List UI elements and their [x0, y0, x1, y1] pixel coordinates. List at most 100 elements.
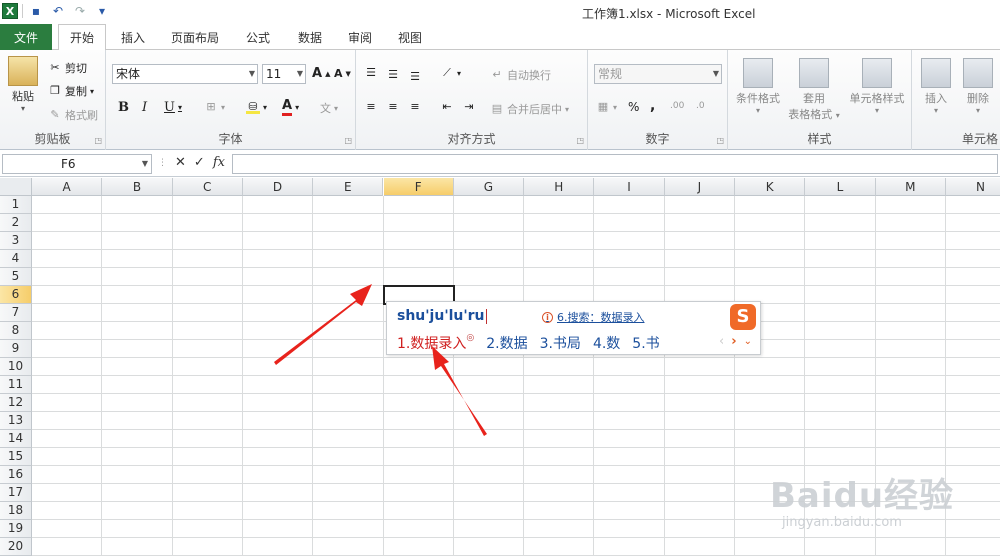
borders-dropdown-icon[interactable]: ▾: [221, 103, 225, 112]
enter-entry-button[interactable]: ✓: [194, 155, 205, 170]
column-header-d[interactable]: D: [242, 178, 314, 196]
tab-view[interactable]: 视图: [388, 24, 432, 50]
column-header-l[interactable]: L: [805, 178, 876, 196]
align-center-button[interactable]: ≡: [386, 100, 400, 114]
row-header-2[interactable]: 2: [0, 214, 32, 232]
tab-page-layout[interactable]: 页面布局: [164, 24, 226, 50]
row-header-19[interactable]: 19: [0, 520, 32, 538]
row-header-9[interactable]: 9: [0, 340, 32, 358]
ime-expand-icon[interactable]: ⌄: [744, 334, 752, 350]
decrease-decimal-button[interactable]: .0: [696, 101, 705, 111]
row-header-12[interactable]: 12: [0, 394, 32, 412]
merge-center-dropdown-icon[interactable]: ▾: [565, 105, 569, 114]
row-header-4[interactable]: 4: [0, 250, 32, 268]
row-header-1[interactable]: 1: [0, 196, 32, 214]
undo-icon[interactable]: ↶: [49, 4, 67, 18]
orientation-dropdown-icon[interactable]: ▾: [457, 69, 461, 78]
shrink-font-button[interactable]: A ▼: [334, 67, 351, 80]
percent-button[interactable]: %: [628, 100, 639, 114]
conditional-formatting-button[interactable]: 条件格式 ▾: [730, 58, 786, 115]
column-header-k[interactable]: K: [735, 178, 806, 196]
bold-button[interactable]: B: [118, 100, 129, 115]
align-bottom-button[interactable]: ☰: [408, 70, 422, 84]
row-header-11[interactable]: 11: [0, 376, 32, 394]
row-header-15[interactable]: 15: [0, 448, 32, 466]
number-launcher-icon[interactable]: ◳: [716, 136, 724, 145]
row-header-8[interactable]: 8: [0, 322, 32, 340]
paste-button[interactable]: 粘贴 ▾: [6, 56, 40, 113]
tab-file[interactable]: 文件: [0, 24, 52, 50]
currency-dropdown-icon[interactable]: ▾: [613, 103, 617, 112]
insert-function-button[interactable]: fx: [213, 155, 225, 170]
row-header-16[interactable]: 16: [0, 466, 32, 484]
column-header-i[interactable]: I: [594, 178, 665, 196]
tab-data[interactable]: 数据: [288, 24, 332, 50]
borders-button[interactable]: ⊞ ▾: [204, 100, 225, 114]
ime-search-link[interactable]: i 6.搜索：数据录入: [542, 309, 645, 325]
tab-home[interactable]: 开始: [58, 24, 106, 51]
align-top-button[interactable]: ☰: [364, 66, 378, 80]
column-header-e[interactable]: E: [313, 178, 384, 196]
font-color-dropdown-icon[interactable]: ▾: [295, 103, 299, 112]
excel-logo-icon[interactable]: X: [2, 3, 18, 19]
ime-candidate-2[interactable]: 2.数据: [486, 333, 527, 353]
tab-formulas[interactable]: 公式: [236, 24, 280, 50]
cell-styles-dropdown-icon[interactable]: ▾: [844, 106, 910, 115]
row-header-10[interactable]: 10: [0, 358, 32, 376]
align-left-button[interactable]: ≡: [364, 100, 378, 114]
fill-color-button[interactable]: ⛁ ▾: [246, 100, 267, 114]
row-header-17[interactable]: 17: [0, 484, 32, 502]
number-format-select[interactable]: 常规 ▼: [594, 64, 722, 84]
sogou-logo-icon[interactable]: S: [730, 304, 756, 330]
ime-candidate-3[interactable]: 3.书局: [540, 333, 581, 353]
phonetic-button[interactable]: 文 ▾: [320, 100, 338, 116]
column-header-f[interactable]: F: [383, 178, 454, 196]
font-launcher-icon[interactable]: ◳: [344, 136, 352, 145]
phonetic-dropdown-icon[interactable]: ▾: [334, 104, 338, 113]
alignment-launcher-icon[interactable]: ◳: [576, 136, 584, 145]
cell-styles-button[interactable]: 单元格样式 ▾: [844, 58, 910, 115]
customize-qat-icon[interactable]: ▾: [93, 4, 111, 18]
cut-button[interactable]: ✂ 剪切: [48, 60, 87, 76]
column-header-m[interactable]: M: [875, 178, 946, 196]
merge-center-button[interactable]: ▤ 合并后居中 ▾: [490, 101, 569, 117]
paste-dropdown-icon[interactable]: ▾: [6, 104, 40, 113]
wrap-text-button[interactable]: ↵ 自动换行: [490, 67, 551, 83]
row-header-20[interactable]: 20: [0, 538, 32, 556]
tab-review[interactable]: 审阅: [338, 24, 382, 50]
clipboard-launcher-icon[interactable]: ◳: [94, 136, 102, 145]
format-painter-button[interactable]: ✎ 格式刷: [48, 107, 98, 123]
row-header-13[interactable]: 13: [0, 412, 32, 430]
row-header-6[interactable]: 6: [0, 286, 32, 304]
grow-font-button[interactable]: A ▲: [312, 66, 330, 81]
row-header-3[interactable]: 3: [0, 232, 32, 250]
underline-dropdown-icon[interactable]: ▾: [178, 103, 182, 112]
font-color-button[interactable]: A ▾: [282, 99, 299, 116]
ime-candidate-5[interactable]: 5.书: [632, 333, 659, 353]
select-all-corner[interactable]: [0, 178, 32, 196]
name-box[interactable]: F6 ▼: [2, 154, 152, 174]
increase-indent-button[interactable]: ⇥: [462, 100, 476, 114]
underline-button[interactable]: U ▾: [164, 100, 182, 115]
insert-cells-dropdown-icon[interactable]: ▾: [918, 106, 954, 115]
currency-button[interactable]: ▦ ▾: [596, 100, 617, 114]
decrease-indent-button[interactable]: ⇤: [440, 100, 454, 114]
comma-button[interactable]: ,: [650, 98, 655, 114]
cancel-entry-button[interactable]: ✕: [175, 155, 186, 170]
column-header-b[interactable]: B: [102, 178, 173, 196]
row-header-7[interactable]: 7: [0, 304, 32, 322]
column-header-a[interactable]: A: [32, 178, 103, 196]
column-header-c[interactable]: C: [172, 178, 243, 196]
column-header-h[interactable]: H: [524, 178, 595, 196]
font-size-select[interactable]: 11 ▼: [262, 64, 306, 84]
insert-cells-button[interactable]: 插入 ▾: [918, 58, 954, 115]
copy-button[interactable]: ❐ 复制 ▾: [48, 83, 94, 99]
formula-input[interactable]: [232, 154, 998, 174]
column-header-j[interactable]: J: [664, 178, 735, 196]
ime-candidate-4[interactable]: 4.数: [593, 333, 620, 353]
italic-button[interactable]: I: [142, 100, 147, 115]
column-header-g[interactable]: G: [453, 178, 525, 196]
ime-prev-page-icon[interactable]: ‹: [719, 334, 724, 350]
save-icon[interactable]: ▪: [27, 4, 45, 18]
font-name-select[interactable]: 宋体 ▼: [112, 64, 258, 84]
